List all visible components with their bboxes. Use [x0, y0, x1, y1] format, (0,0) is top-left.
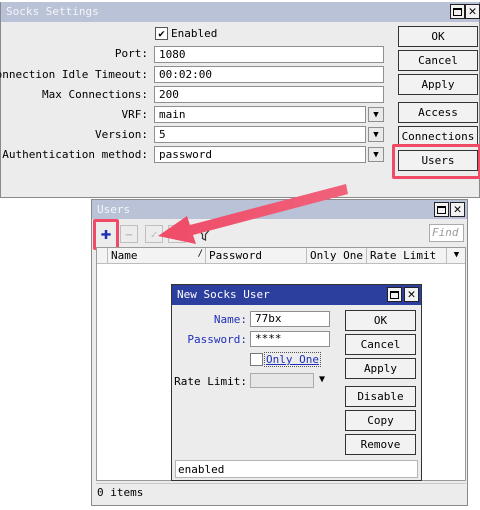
dialog-status-bar: enabled — [175, 460, 418, 478]
rate-limit-label: Rate Limit: — [174, 375, 247, 388]
new-user-titlebar: New Socks User — [172, 285, 421, 305]
dialog-disable-button[interactable]: Disable — [345, 386, 416, 407]
rate-limit-dropdown-icon[interactable]: ▼ — [319, 374, 325, 385]
dialog-remove-button[interactable]: Remove — [345, 434, 416, 455]
maximize-icon — [390, 290, 399, 299]
dialog-ok-button[interactable]: OK — [345, 310, 416, 331]
maximize-button[interactable] — [387, 287, 402, 302]
close-icon: ✕ — [407, 287, 416, 302]
password-label: Password: — [187, 333, 247, 346]
name-field[interactable]: 77bx — [250, 311, 330, 327]
rate-limit-field[interactable] — [250, 373, 314, 388]
only-one-checkbox[interactable] — [250, 353, 263, 366]
dialog-apply-button[interactable]: Apply — [345, 358, 416, 379]
close-button[interactable]: ✕ — [404, 287, 419, 302]
dialog-copy-button[interactable]: Copy — [345, 410, 416, 431]
only-one-label[interactable]: Only One — [264, 352, 321, 367]
name-label: Name: — [213, 313, 247, 326]
window-title: New Socks User — [177, 288, 270, 301]
password-field[interactable]: **** — [250, 331, 330, 347]
dialog-cancel-button[interactable]: Cancel — [345, 334, 416, 355]
dialog-status: enabled — [178, 463, 225, 476]
new-user-dialog: New Socks User ✕ Name: 77bx Password: **… — [171, 284, 422, 481]
